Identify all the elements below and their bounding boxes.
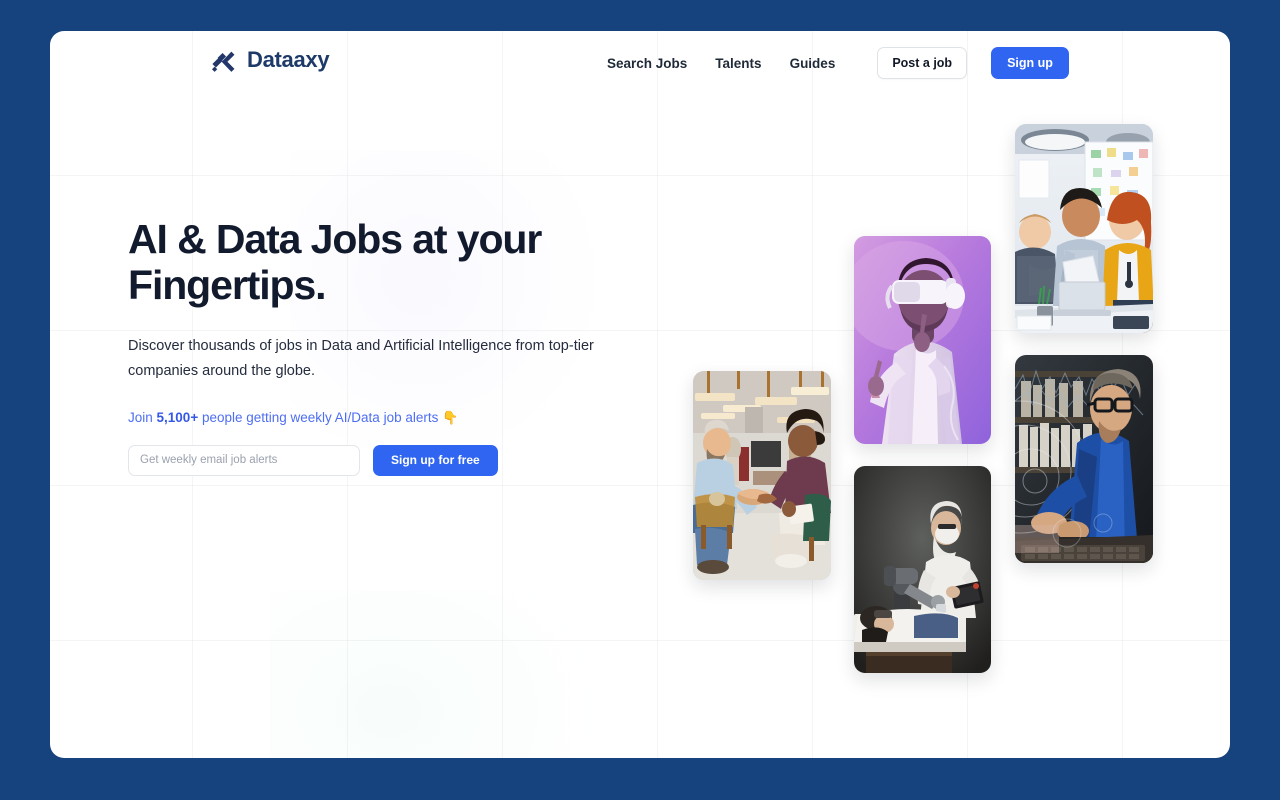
page-card: Dataaxy Search Jobs Talents Guides Post … [50,31,1230,758]
photo-data-analyst [1015,355,1153,563]
join-suffix: people getting weekly AI/Data job alerts [198,409,443,425]
post-a-job-button[interactable]: Post a job [877,47,968,79]
nav-item-talents[interactable]: Talents [701,48,775,79]
brand-logo[interactable]: Dataaxy [208,45,330,75]
site-header: Dataaxy Search Jobs Talents Guides Post … [50,31,1230,93]
pointing-down-icon: 👇 [442,409,459,425]
nav-item-guides[interactable]: Guides [776,48,850,79]
photo-handshake [693,371,831,580]
hero-subtitle: Discover thousands of jobs in Data and A… [128,337,594,379]
photo-team-meeting [1015,124,1153,333]
dataaxy-logo-mark-icon [208,45,238,75]
social-proof-line[interactable]: Join 5,100+ people getting weekly AI/Dat… [128,410,688,426]
page-title: AI & Data Jobs at your Fingertips. [128,216,542,309]
main-navigation: Search Jobs Talents Guides Post a job Si… [593,47,1069,79]
photo-vr-headset [854,236,991,444]
hero-section: AI & Data Jobs at your Fingertips. Disco… [128,216,688,476]
photo-robotics-lab [854,466,991,673]
sign-up-for-free-button[interactable]: Sign up for free [373,444,498,476]
sign-up-button[interactable]: Sign up [991,47,1069,79]
brand-name: Dataaxy [247,47,330,72]
nav-item-search-jobs[interactable]: Search Jobs [593,48,701,79]
email-field[interactable] [128,444,360,476]
join-prefix: Join [128,409,157,425]
email-signup-form: Sign up for free [128,444,688,476]
join-count: 5,100+ [156,409,199,425]
